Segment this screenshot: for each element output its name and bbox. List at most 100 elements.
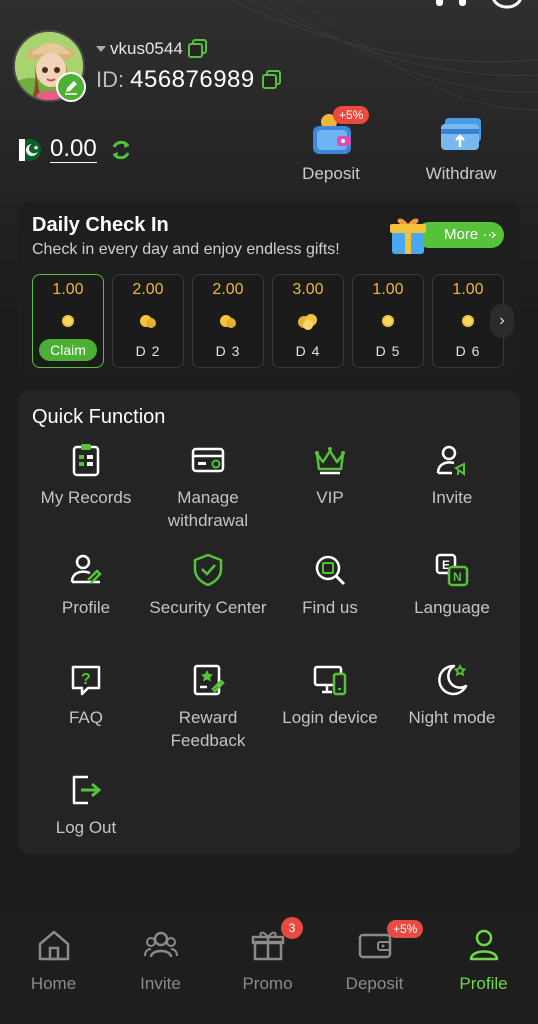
night-mode-button[interactable]: Night mode xyxy=(391,662,513,729)
checkin-day-4[interactable]: 3.00 D 4 xyxy=(272,274,344,368)
day-amount: 1.00 xyxy=(452,281,484,298)
checkin-days: 1.00 Claim 2.00 D 2 2.00 D 3 3.00 D 4 1.… xyxy=(32,274,504,368)
coin-icon xyxy=(382,315,394,327)
coins-icon xyxy=(220,315,236,328)
card-icon xyxy=(191,447,225,473)
day-amount: 2.00 xyxy=(132,281,164,298)
security-center-label: Security Center xyxy=(149,598,267,617)
day-amount: 2.00 xyxy=(212,281,244,298)
deposit-bonus-badge: +5% xyxy=(333,106,370,124)
question-icon: ? xyxy=(71,665,101,696)
security-center-button[interactable]: Security Center xyxy=(147,552,269,619)
find-us-button[interactable]: Find us xyxy=(269,552,391,619)
invite-user-icon xyxy=(436,445,465,476)
chat-icon[interactable] xyxy=(490,0,524,14)
logout-icon xyxy=(72,775,102,805)
night-mode-label: Night mode xyxy=(408,708,496,727)
svg-text:N: N xyxy=(453,570,462,584)
day-label: D 5 xyxy=(375,343,401,359)
quick-function-title: Quick Function xyxy=(32,406,166,428)
invite-function-button[interactable]: Invite xyxy=(391,442,513,509)
manage-withdrawal-label: Manage withdrawal xyxy=(167,488,249,530)
invite-icon xyxy=(143,931,178,958)
coin-icon xyxy=(62,315,74,327)
log-out-label: Log Out xyxy=(55,818,117,837)
language-icon: E N xyxy=(435,553,469,587)
checkin-subtitle: Check in every day and enjoy endless gif… xyxy=(32,241,340,258)
find-us-label: Find us xyxy=(302,598,358,617)
edit-avatar-button[interactable] xyxy=(56,72,86,102)
nav-profile-label: Profile xyxy=(459,974,508,993)
nav-deposit[interactable]: Deposit +5% xyxy=(321,920,428,994)
manage-withdrawal-button[interactable]: Manage withdrawal xyxy=(147,442,269,532)
balance-row: 0.00 xyxy=(18,136,133,163)
deposit-nav-badge: +5% xyxy=(387,920,424,938)
user-id-row: ID: 456876989 xyxy=(96,66,283,94)
my-records-label: My Records xyxy=(40,488,132,507)
checkin-day-5[interactable]: 1.00 D 5 xyxy=(352,274,424,368)
day-amount: 1.00 xyxy=(52,281,84,298)
search-icon xyxy=(315,555,346,586)
nav-profile[interactable]: Profile xyxy=(430,926,537,994)
checkin-day-3[interactable]: 2.00 D 3 xyxy=(192,274,264,368)
chevron-right-icon: › xyxy=(490,226,496,243)
language-label: Language xyxy=(414,598,490,617)
nav-invite-label: Invite xyxy=(140,974,181,993)
deposit-button[interactable]: Deposit +5% xyxy=(276,106,386,184)
profile-function-button[interactable]: Profile xyxy=(25,552,147,619)
copy-icon[interactable] xyxy=(187,38,209,60)
dropdown-triangle-icon xyxy=(96,46,106,52)
day-label: D 2 xyxy=(135,343,161,359)
coins-icon xyxy=(140,315,156,328)
day-amount: 1.00 xyxy=(372,281,404,298)
balance-amount: 0.00 xyxy=(50,135,97,163)
more-label: More ··· xyxy=(444,226,498,243)
my-records-button[interactable]: My Records xyxy=(25,442,147,509)
gift-box-icon xyxy=(390,218,426,254)
claim-button[interactable]: Claim xyxy=(39,339,97,361)
scroll-right-arrow[interactable]: › xyxy=(490,304,514,338)
faq-button[interactable]: ? FAQ xyxy=(25,662,147,729)
invite-function-label: Invite xyxy=(431,488,473,507)
day-label: D 3 xyxy=(215,343,241,359)
profile-function-label: Profile xyxy=(61,598,111,617)
profile-icon xyxy=(469,929,498,961)
language-button[interactable]: E N Language xyxy=(391,552,513,619)
nav-deposit-label: Deposit xyxy=(345,974,404,993)
day-label: D 4 xyxy=(295,343,321,359)
quick-function-card: Quick Function My Records Manage withdra… xyxy=(18,390,520,854)
promo-badge: 3 xyxy=(281,917,303,939)
username: vkus0544 xyxy=(110,39,183,58)
id-label: ID: xyxy=(96,67,125,92)
coin-pile-icon xyxy=(298,314,317,330)
checkin-day-2[interactable]: 2.00 D 2 xyxy=(112,274,184,368)
refresh-icon[interactable] xyxy=(109,138,133,162)
customer-service-icon[interactable] xyxy=(434,0,468,14)
nav-promo[interactable]: Promo 3 xyxy=(214,917,321,994)
nav-home-label: Home xyxy=(30,974,77,993)
top-right-icons xyxy=(434,0,524,14)
crown-icon xyxy=(315,447,345,475)
reward-feedback-label: Reward Feedback xyxy=(170,708,246,750)
checkin-more-button[interactable]: More ··· › xyxy=(416,222,504,248)
deposit-label: Deposit xyxy=(302,164,360,183)
copy-id-icon[interactable] xyxy=(261,69,283,91)
coin-icon xyxy=(462,315,474,327)
checkin-day-1[interactable]: 1.00 Claim xyxy=(32,274,104,368)
faq-label: FAQ xyxy=(68,708,103,727)
pakistan-flag-icon xyxy=(19,138,41,161)
nav-invite[interactable]: Invite xyxy=(107,926,214,994)
vip-button[interactable]: VIP xyxy=(269,442,391,509)
withdraw-button[interactable]: Withdraw xyxy=(406,112,516,184)
shield-icon xyxy=(193,553,223,587)
svg-text:?: ? xyxy=(81,671,91,688)
withdraw-card-icon xyxy=(441,118,481,150)
nav-home[interactable]: Home xyxy=(0,926,107,994)
reward-feedback-button[interactable]: Reward Feedback xyxy=(147,662,269,752)
login-device-button[interactable]: Login device xyxy=(269,662,391,729)
bottom-navigation: Home Invite Promo 3 Deposit +5% Profile xyxy=(0,912,538,1024)
day-label: D 6 xyxy=(455,343,481,359)
username-row: vkus0544 xyxy=(96,38,209,60)
vip-label: VIP xyxy=(316,488,344,507)
log-out-button[interactable]: Log Out xyxy=(25,772,147,839)
